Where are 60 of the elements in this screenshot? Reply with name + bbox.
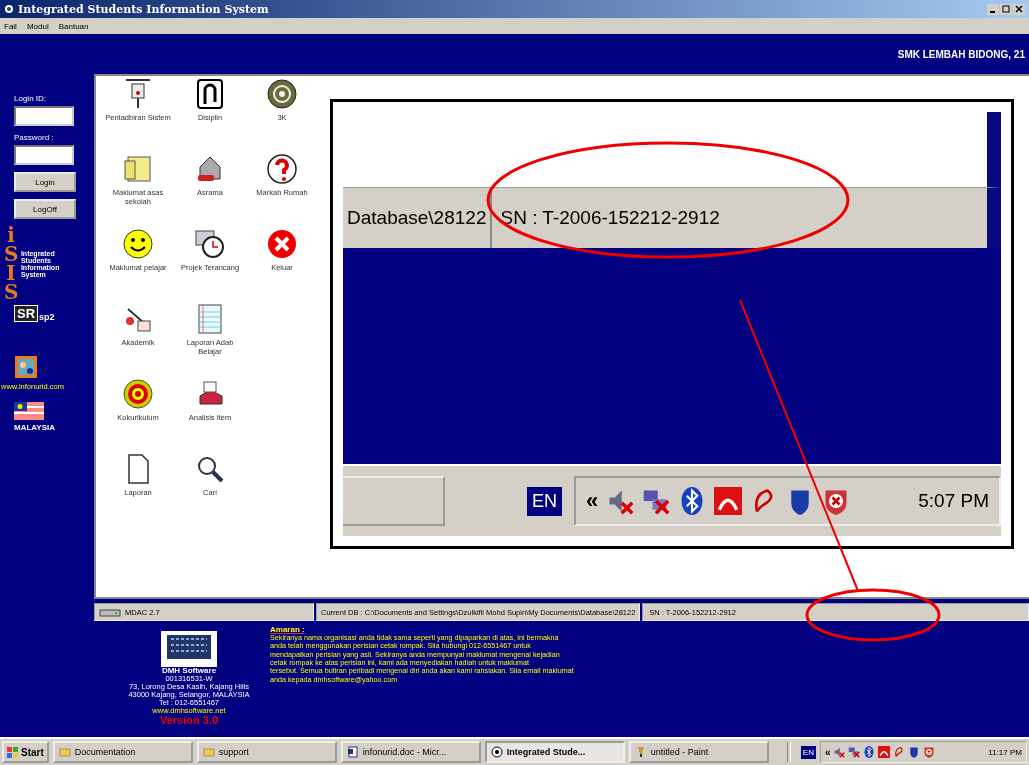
- password-field[interactable]: [14, 145, 74, 165]
- exit-icon: [266, 228, 298, 260]
- country-label: MALAYSIA: [14, 423, 56, 432]
- version-label: Version 3.0: [159, 714, 219, 727]
- taskbar-button[interactable]: Integrated Stude...: [484, 741, 625, 763]
- school-name: SMK LEMBAH BIDONG, 21: [897, 48, 1025, 60]
- uturn-icon: [194, 78, 226, 110]
- maximize-icon[interactable]: [1000, 3, 1012, 15]
- windows-logo-icon: [7, 746, 18, 758]
- sr-badge: SR: [14, 305, 39, 322]
- minimize-icon[interactable]: [987, 3, 999, 15]
- menu-item[interactable]: Fail: [4, 21, 17, 31]
- folder-icon: [122, 153, 154, 185]
- tray-expand-button[interactable]: «: [586, 488, 599, 514]
- taskbar-button[interactable]: Documentation: [52, 741, 193, 763]
- app-icon: [4, 4, 14, 14]
- target-icon: [122, 378, 154, 410]
- sr-version: sp2: [39, 312, 55, 322]
- vendor-name: DMH Software: [161, 667, 217, 676]
- close-icon[interactable]: [1013, 3, 1025, 15]
- question-icon: [266, 153, 298, 185]
- taskbar-button[interactable]: support: [196, 741, 337, 763]
- acrobat-icon[interactable]: [714, 487, 743, 515]
- folder-icon: [58, 746, 71, 758]
- clock: 11:17 PM: [988, 747, 1022, 757]
- flag-icon: [14, 402, 44, 420]
- speaker-icon[interactable]: [833, 746, 846, 758]
- drive-icon: [99, 607, 121, 617]
- start-button[interactable]: Start: [2, 741, 49, 763]
- clock-icon: [194, 228, 226, 260]
- login-button[interactable]: Login: [14, 172, 76, 192]
- smiley-icon: [122, 228, 154, 260]
- menu-item[interactable]: Bantuan: [58, 21, 89, 31]
- menu-item[interactable]: Modul: [26, 21, 49, 31]
- bluetooth-icon[interactable]: [863, 746, 876, 758]
- acrobat-icon[interactable]: [878, 746, 891, 758]
- shield-icon[interactable]: [908, 746, 921, 758]
- login-button[interactable]: LogOff: [14, 199, 76, 219]
- login-id-label: Login ID:: [14, 94, 47, 103]
- id-card-icon[interactable]: [14, 355, 38, 379]
- language-indicator[interactable]: EN: [527, 486, 562, 516]
- network-icon[interactable]: [848, 746, 861, 758]
- tray-expand-button[interactable]: «: [824, 746, 831, 758]
- clock: 5:07 PM: [918, 490, 989, 512]
- wheel-icon: [266, 78, 298, 110]
- taskbar-button[interactable]: infonurid.doc - Micr...: [340, 741, 481, 763]
- serial-number: SN : T-2006-152212-2912: [499, 207, 720, 229]
- window-title: Integrated Students Information System: [18, 2, 269, 16]
- antivirus-icon[interactable]: [923, 746, 936, 758]
- logo-letters: iSIS: [4, 226, 18, 302]
- folder-icon: [202, 746, 215, 758]
- app-icon: [490, 746, 503, 758]
- document-icon: [346, 746, 359, 758]
- swirl-icon[interactable]: [893, 746, 906, 758]
- vendor-logo-icon: [161, 631, 217, 667]
- taskbar-button[interactable]: untitled - Paint: [628, 741, 769, 763]
- login-id-field[interactable]: [14, 106, 74, 126]
- language-indicator[interactable]: EN: [800, 745, 816, 759]
- password-label: Password :: [14, 133, 54, 142]
- warning-title: Amaran :: [270, 625, 306, 635]
